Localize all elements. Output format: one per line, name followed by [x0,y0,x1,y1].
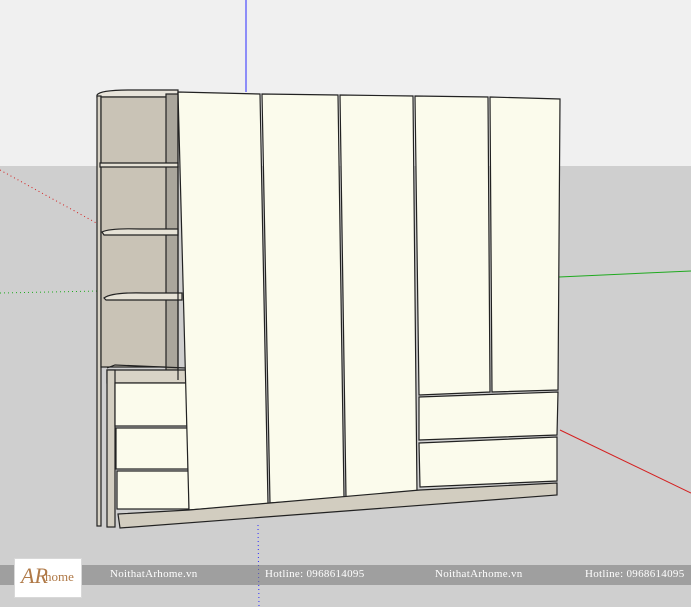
wardrobe-door-1 [177,91,269,511]
wardrobe-door-5 [489,96,561,393]
drawer-left-3 [116,470,190,510]
wardrobe-door-3 [339,94,418,498]
open-shelf-unit [96,89,190,528]
drawer-left-1 [114,382,188,427]
watermark-hotline-2: Hotline: 0968614095 [585,568,685,580]
ar-home-logo: AR home [14,558,82,598]
drawer-right-1 [418,391,559,441]
watermark-site-2: NoithatArhome.vn [435,568,523,580]
wardrobe-door-2 [261,93,345,504]
watermark-site-1: NoithatArhome.vn [110,568,198,580]
watermark-hotline-1: Hotline: 0968614095 [265,568,365,580]
drawer-right-2 [418,436,558,488]
sketchup-viewport[interactable] [0,0,691,607]
drawer-left-2 [115,427,189,470]
logo-home-text: home [45,569,74,584]
logo-ar-text: AR [21,563,48,588]
wardrobe-door-4 [414,95,491,396]
